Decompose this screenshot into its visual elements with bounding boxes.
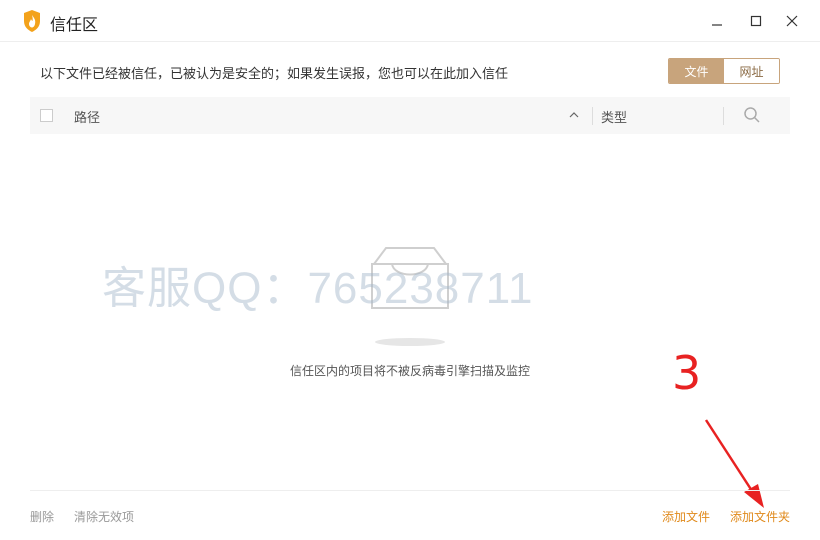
select-all-checkbox[interactable] <box>40 109 53 122</box>
window-title: 信任区 <box>50 15 99 34</box>
minimize-icon <box>712 24 722 26</box>
tab-files[interactable]: 文件 <box>669 59 724 83</box>
add-file-button[interactable]: 添加文件 <box>662 508 710 525</box>
column-header-type[interactable]: 类型 <box>601 107 627 126</box>
info-text: 以下文件已经被信任，已被认为是安全的；如果发生误报，您也可以在此加入信任 <box>40 67 509 82</box>
column-header-path[interactable]: 路径 <box>74 107 100 126</box>
maximize-button[interactable] <box>743 8 769 34</box>
minimize-button[interactable] <box>704 8 730 34</box>
close-icon <box>786 15 798 27</box>
watermark-text: 客服QQ：765238711 <box>102 264 534 313</box>
view-toggle: 文件 网址 <box>668 58 780 84</box>
column-divider <box>592 107 593 125</box>
clear-invalid-button[interactable]: 清除无效项 <box>74 508 134 525</box>
search-icon[interactable] <box>743 106 761 124</box>
add-folder-button[interactable]: 添加文件夹 <box>730 508 790 525</box>
empty-box-shadow <box>375 338 445 346</box>
tab-urls[interactable]: 网址 <box>724 59 779 83</box>
annotation-number: 3 <box>672 346 702 400</box>
close-button[interactable] <box>779 8 805 34</box>
footer-divider <box>30 490 790 491</box>
table-header: 路径 类型 <box>30 97 790 134</box>
shield-flame-icon <box>24 10 40 32</box>
title-bar: 信任区 <box>0 0 820 42</box>
delete-button[interactable]: 删除 <box>30 508 54 525</box>
chevron-up-icon[interactable] <box>568 109 580 121</box>
maximize-icon <box>750 15 762 27</box>
column-divider <box>723 107 724 125</box>
